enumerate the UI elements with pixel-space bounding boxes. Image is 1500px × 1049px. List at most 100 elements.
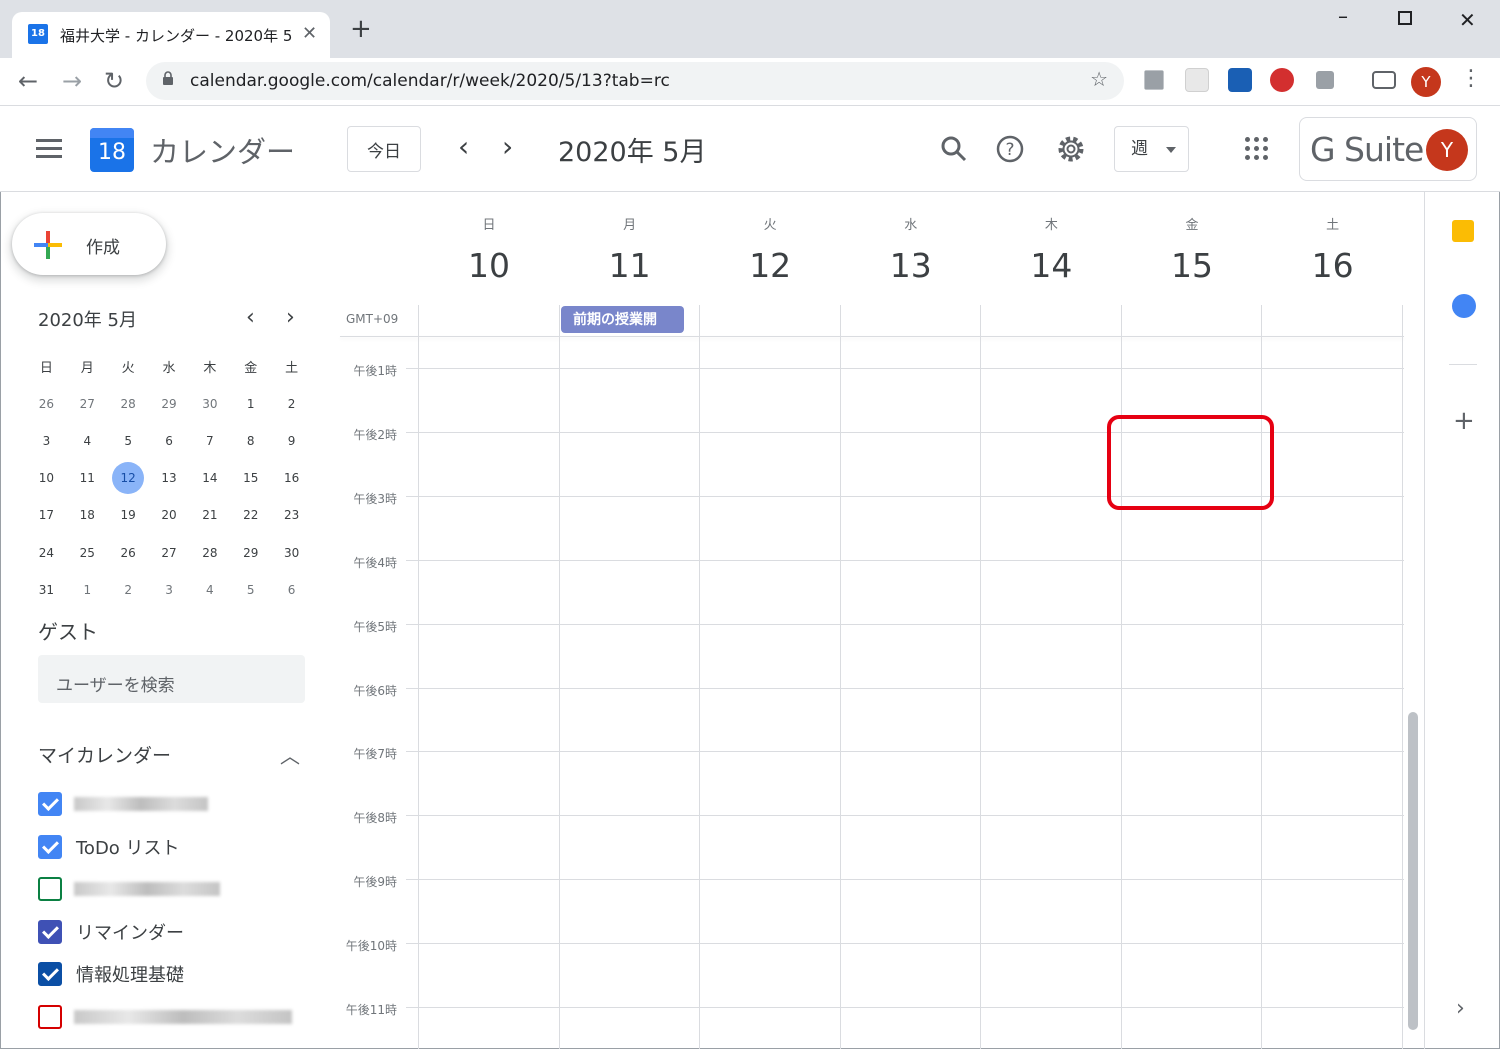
mini-day[interactable]: 14 <box>189 471 230 485</box>
forward-icon[interactable]: → <box>62 66 82 96</box>
mini-day[interactable]: 7 <box>189 434 230 448</box>
mini-day[interactable]: 2 <box>271 397 312 411</box>
calendar-item[interactable] <box>38 1004 308 1030</box>
mini-day[interactable]: 18 <box>67 508 108 522</box>
reload-icon[interactable]: ↻ <box>104 66 124 96</box>
mini-day[interactable]: 29 <box>149 397 190 411</box>
mini-day[interactable]: 17 <box>26 508 67 522</box>
keep-icon[interactable] <box>1452 220 1474 242</box>
day-number[interactable]: 16 <box>1263 246 1403 285</box>
expand-panel-icon[interactable]: › <box>1456 996 1465 1021</box>
mini-day[interactable]: 30 <box>189 397 230 411</box>
mini-day[interactable]: 2 <box>108 583 149 597</box>
mini-day[interactable]: 30 <box>271 546 312 560</box>
main-menu-icon[interactable] <box>36 139 62 159</box>
close-tab-icon[interactable]: ✕ <box>302 23 317 44</box>
mini-day[interactable]: 23 <box>271 508 312 522</box>
next-week-icon[interactable]: › <box>502 132 513 162</box>
mini-day[interactable]: 27 <box>149 546 190 560</box>
gsuite-account[interactable]: G Suite Y <box>1299 117 1477 181</box>
window-close-icon[interactable]: ✕ <box>1459 8 1476 32</box>
today-button[interactable]: 今日 <box>347 126 421 172</box>
chevron-up-icon[interactable]: ︿ <box>280 740 300 769</box>
mini-day[interactable]: 8 <box>230 434 271 448</box>
calendar-logo-icon[interactable]: 18 <box>90 128 134 172</box>
bookmark-star-icon[interactable]: ☆ <box>1090 67 1108 91</box>
mini-day[interactable]: 27 <box>67 397 108 411</box>
search-icon[interactable] <box>938 133 970 165</box>
maximize-icon[interactable] <box>1398 11 1412 25</box>
mini-next-icon[interactable]: › <box>286 306 295 330</box>
new-tab-icon[interactable]: + <box>350 16 372 42</box>
mini-day[interactable]: 20 <box>149 508 190 522</box>
day-number[interactable]: 12 <box>700 246 840 285</box>
mini-day[interactable]: 6 <box>149 434 190 448</box>
calendar-checkbox[interactable] <box>38 877 62 901</box>
mini-day[interactable]: 19 <box>108 508 149 522</box>
scrollbar[interactable] <box>1408 712 1418 1030</box>
minimize-icon[interactable]: – <box>1338 4 1348 28</box>
profile-avatar[interactable]: Y <box>1411 67 1441 97</box>
calendar-checkbox[interactable] <box>38 792 62 816</box>
mini-day[interactable]: 29 <box>230 546 271 560</box>
view-selector[interactable]: 週 <box>1114 126 1189 172</box>
calendar-item[interactable] <box>38 791 308 817</box>
settings-gear-icon[interactable] <box>1055 133 1087 165</box>
address-bar[interactable]: calendar.google.com/calendar/r/week/2020… <box>146 62 1124 100</box>
mini-day[interactable]: 11 <box>67 471 108 485</box>
more-menu-icon[interactable]: ⋮ <box>1460 66 1482 91</box>
create-button[interactable]: 作成 <box>12 213 166 275</box>
calendar-item[interactable] <box>38 876 308 902</box>
mini-day[interactable]: 13 <box>149 471 190 485</box>
trend-extension-icon[interactable] <box>1270 68 1294 92</box>
mini-prev-icon[interactable]: ‹ <box>246 306 255 330</box>
mini-day[interactable]: 26 <box>26 397 67 411</box>
mini-day[interactable]: 1 <box>230 397 271 411</box>
mini-day[interactable]: 4 <box>67 434 108 448</box>
mini-day[interactable]: 16 <box>271 471 312 485</box>
mini-day[interactable]: 10 <box>26 471 67 485</box>
allday-event[interactable]: 前期の授業開 <box>561 306 684 333</box>
calendar-checkbox[interactable] <box>38 919 62 944</box>
mini-day[interactable]: 22 <box>230 508 271 522</box>
day-number[interactable]: 10 <box>419 246 559 285</box>
mini-day[interactable]: 31 <box>26 583 67 597</box>
back-icon[interactable]: ← <box>18 66 38 96</box>
mini-day[interactable]: 28 <box>108 397 149 411</box>
guest-search-input[interactable]: ユーザーを検索 <box>38 655 305 703</box>
calendar-checkbox[interactable] <box>38 962 62 986</box>
mini-day[interactable]: 6 <box>271 583 312 597</box>
day-number[interactable]: 15 <box>1122 246 1262 285</box>
mini-day[interactable]: 24 <box>26 546 67 560</box>
mini-day[interactable]: 25 <box>67 546 108 560</box>
mini-day[interactable]: 3 <box>149 583 190 597</box>
mini-day[interactable]: 26 <box>108 546 149 560</box>
my-calendars-title[interactable]: マイカレンダー <box>38 741 171 768</box>
mini-day[interactable]: 3 <box>26 434 67 448</box>
chat-extension-icon[interactable] <box>1316 71 1334 89</box>
prev-week-icon[interactable]: ‹ <box>458 132 469 162</box>
mini-day[interactable]: 5 <box>108 434 149 448</box>
add-addon-icon[interactable]: + <box>1453 408 1475 434</box>
calendar-checkbox[interactable] <box>38 834 62 859</box>
calendar-item[interactable]: 情報処理基礎 <box>38 961 308 987</box>
mini-day[interactable]: 1 <box>67 583 108 597</box>
mini-day[interactable]: 9 <box>271 434 312 448</box>
day-number[interactable]: 11 <box>560 246 700 285</box>
calendar-checkbox[interactable] <box>38 1004 62 1029</box>
mini-day[interactable]: 12 <box>108 462 149 495</box>
mini-day[interactable]: 15 <box>230 471 271 485</box>
day-number[interactable]: 13 <box>841 246 981 285</box>
calendar-item[interactable]: ToDo リスト <box>38 834 308 860</box>
calendar-item[interactable]: リマインダー <box>38 919 308 945</box>
browser-tab[interactable]: 18 福井大学 - カレンダー - 2020年 5月 ✕ <box>12 12 330 58</box>
apps-grid-icon[interactable] <box>1245 137 1269 161</box>
drive-extension-icon[interactable] <box>1144 70 1164 90</box>
help-icon[interactable]: ? <box>994 133 1026 165</box>
security-extension-icon[interactable] <box>1228 68 1252 92</box>
mini-day[interactable]: 28 <box>189 546 230 560</box>
mini-day[interactable]: 21 <box>189 508 230 522</box>
mini-day[interactable]: 5 <box>230 583 271 597</box>
mini-day[interactable]: 4 <box>189 583 230 597</box>
tasks-icon[interactable] <box>1452 294 1476 318</box>
